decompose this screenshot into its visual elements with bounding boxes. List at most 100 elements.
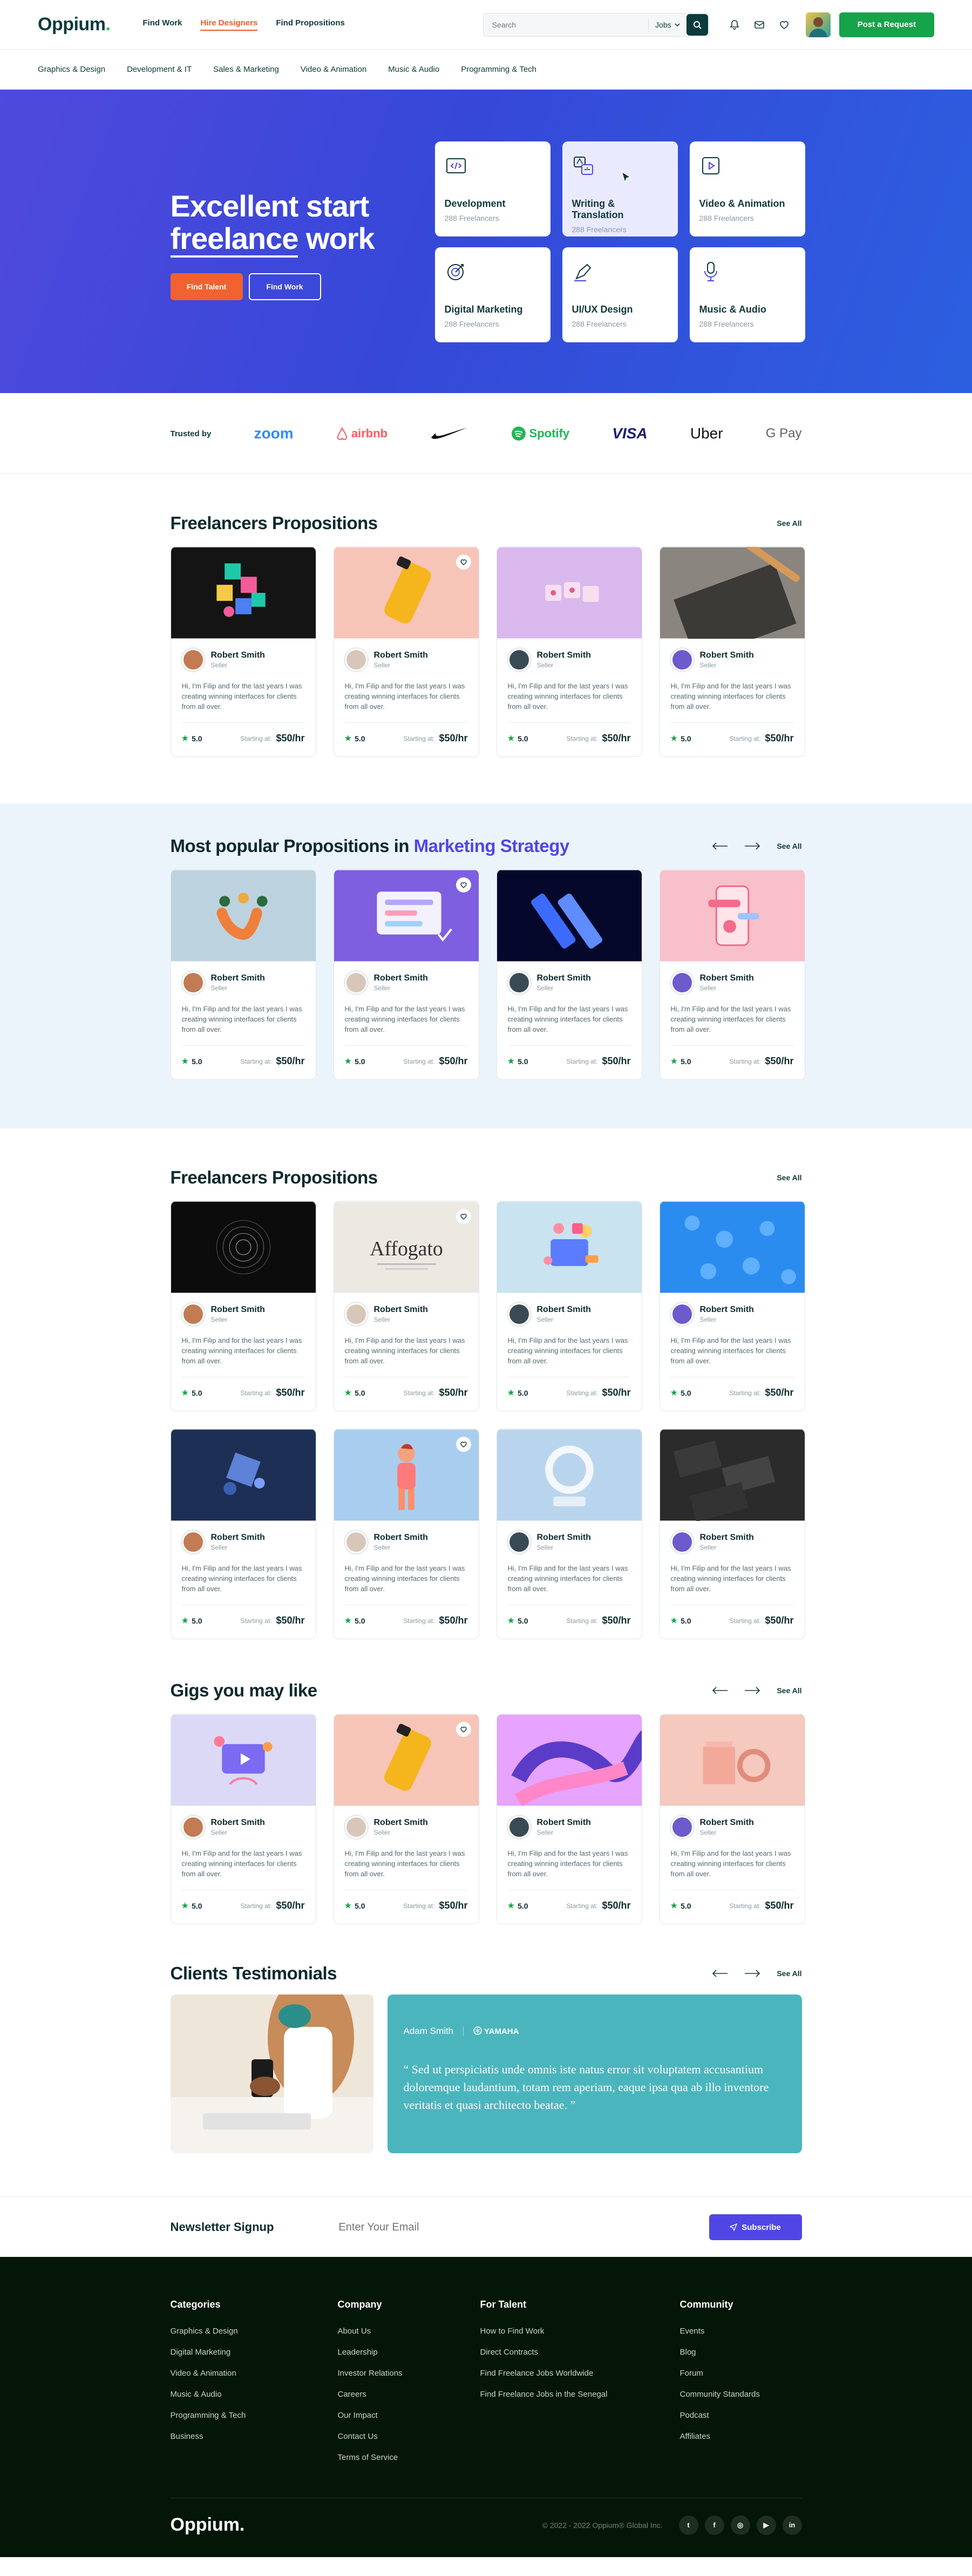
card-thumbnail[interactable]: Affogato (334, 1201, 479, 1293)
card-thumbnail[interactable] (660, 1429, 805, 1521)
proposition-card[interactable]: Robert Smith Seller Hi, I'm Filip and for … (170, 1714, 316, 1924)
proposition-card[interactable]: Robert Smith Seller Hi, I'm Filip and for … (496, 1714, 642, 1924)
proposition-card[interactable]: Robert Smith Seller Hi, I'm Filip and for … (496, 869, 642, 1080)
seller-name[interactable]: Robert Smith (374, 1818, 428, 1828)
twitter-icon[interactable]: t (678, 2515, 698, 2535)
favorite-button[interactable] (456, 1437, 471, 1452)
card-thumbnail[interactable] (497, 1714, 642, 1806)
footer-link[interactable]: Graphics & Design (171, 2327, 338, 2336)
proposition-card[interactable]: Robert Smith Seller Hi, I'm Filip and for … (170, 1429, 316, 1639)
seller-name[interactable]: Robert Smith (374, 1305, 428, 1315)
newsletter-email-input[interactable] (338, 2221, 709, 2234)
footer-link[interactable]: Podcast (680, 2411, 799, 2420)
footer-link[interactable]: Contact Us (338, 2432, 480, 2441)
footer-link[interactable]: Direct Contracts (480, 2348, 680, 2357)
proposition-card[interactable]: Robert Smith Seller Hi, I'm Filip and for … (170, 546, 316, 757)
footer-link[interactable]: Blog (680, 2348, 799, 2357)
user-avatar[interactable] (805, 12, 831, 37)
footer-link[interactable]: Careers (338, 2390, 480, 2399)
footer-link[interactable]: Business (171, 2432, 338, 2441)
see-all-link[interactable]: See All (777, 519, 801, 528)
card-thumbnail[interactable] (497, 547, 642, 639)
proposition-card[interactable]: Robert Smith Seller Hi, I'm Filip and for … (333, 546, 479, 757)
seller-name[interactable]: Robert Smith (211, 1305, 265, 1315)
seller-name[interactable]: Robert Smith (374, 651, 428, 660)
find-talent-button[interactable]: Find Talent (170, 273, 243, 300)
see-all-link[interactable]: See All (777, 1686, 801, 1695)
seller-name[interactable]: Robert Smith (537, 973, 591, 983)
logo[interactable]: Oppium. (38, 14, 111, 35)
category-card-writing[interactable]: Writing & Translation 288 Freelancers (562, 141, 678, 236)
card-thumbnail[interactable] (171, 1201, 316, 1293)
card-thumbnail[interactable] (660, 870, 805, 962)
nav-find-work[interactable]: Find Work (142, 18, 182, 31)
bell-icon[interactable] (729, 19, 740, 30)
card-thumbnail[interactable] (497, 1429, 642, 1521)
post-request-button[interactable]: Post a Request (839, 12, 934, 37)
card-thumbnail[interactable] (497, 1201, 642, 1293)
seller-name[interactable]: Robert Smith (700, 651, 754, 660)
subscribe-button[interactable]: Subscribe (709, 2214, 802, 2240)
footer-link[interactable]: Digital Marketing (171, 2348, 338, 2357)
card-thumbnail[interactable] (171, 870, 316, 962)
footer-link[interactable]: Affiliates (680, 2432, 799, 2441)
facebook-icon[interactable]: f (704, 2515, 724, 2535)
footer-link[interactable]: Terms of Service (338, 2453, 480, 2462)
footer-link[interactable]: Video & Animation (171, 2369, 338, 2378)
instagram-icon[interactable]: ◎ (730, 2515, 750, 2535)
seller-name[interactable]: Robert Smith (700, 1533, 754, 1543)
footer-link[interactable]: Find Freelance Jobs in the Senegal (480, 2390, 680, 2399)
proposition-card[interactable]: Robert Smith Seller Hi, I'm Filip and for … (659, 546, 805, 757)
card-thumbnail[interactable] (660, 547, 805, 639)
see-all-link[interactable]: See All (777, 1173, 801, 1182)
category-card-music[interactable]: Music & Audio 288 Freelancers (689, 247, 805, 342)
card-thumbnail[interactable] (334, 1429, 479, 1521)
category-card-video[interactable]: Video & Animation 288 Freelancers (689, 141, 805, 236)
seller-name[interactable]: Robert Smith (700, 973, 754, 983)
footer-link[interactable]: Leadership (338, 2348, 480, 2357)
arrow-right-icon[interactable] (744, 1970, 760, 1977)
search-input[interactable] (483, 20, 649, 29)
search-button[interactable] (686, 13, 708, 36)
arrow-right-icon[interactable] (744, 842, 760, 850)
seller-name[interactable]: Robert Smith (700, 1818, 754, 1828)
proposition-card[interactable]: Robert Smith Seller Hi, I'm Filip and for … (659, 869, 805, 1080)
category-card-uiux[interactable]: UI/UX Design 288 Freelancers (562, 247, 678, 342)
proposition-card[interactable]: Robert Smith Seller Hi, I'm Filip and for … (496, 546, 642, 757)
arrow-left-icon[interactable] (712, 1687, 728, 1694)
seller-name[interactable]: Robert Smith (374, 973, 428, 983)
arrow-left-icon[interactable] (712, 842, 728, 850)
seller-name[interactable]: Robert Smith (374, 1533, 428, 1543)
proposition-card[interactable]: Robert Smith Seller Hi, I'm Filip and for … (333, 1429, 479, 1639)
arrow-left-icon[interactable] (712, 1970, 728, 1977)
footer-link[interactable]: Community Standards (680, 2390, 799, 2399)
seller-name[interactable]: Robert Smith (211, 1818, 265, 1828)
favorite-button[interactable] (456, 1209, 471, 1224)
category-link[interactable]: Programming & Tech (461, 65, 536, 74)
seller-name[interactable]: Robert Smith (211, 973, 265, 983)
arrow-right-icon[interactable] (744, 1687, 760, 1694)
seller-name[interactable]: Robert Smith (211, 651, 265, 660)
category-link[interactable]: Graphics & Design (38, 65, 105, 74)
card-thumbnail[interactable] (334, 1714, 479, 1806)
proposition-card[interactable]: Robert Smith Seller Hi, I'm Filip and for … (659, 1201, 805, 1411)
favorite-button[interactable] (456, 1722, 471, 1737)
footer-link[interactable]: Find Freelance Jobs Worldwide (480, 2369, 680, 2378)
footer-link[interactable]: Events (680, 2327, 799, 2336)
favorite-button[interactable] (456, 877, 471, 893)
mail-icon[interactable] (754, 19, 765, 30)
seller-name[interactable]: Robert Smith (700, 1305, 754, 1315)
proposition-card[interactable]: Robert Smith Seller Hi, I'm Filip and for … (333, 1714, 479, 1924)
proposition-card[interactable]: Robert Smith Seller Hi, I'm Filip and for … (659, 1714, 805, 1924)
linkedin-icon[interactable]: in (782, 2515, 802, 2535)
seller-name[interactable]: Robert Smith (211, 1533, 265, 1543)
card-thumbnail[interactable] (171, 1429, 316, 1521)
proposition-card[interactable]: Robert Smith Seller Hi, I'm Filip and for … (170, 1201, 316, 1411)
footer-link[interactable]: About Us (338, 2327, 480, 2336)
find-work-button[interactable]: Find Work (248, 273, 321, 300)
category-link[interactable]: Sales & Marketing (213, 65, 279, 74)
footer-logo[interactable]: Oppium. (171, 2514, 245, 2536)
category-card-development[interactable]: Development 288 Freelancers (434, 141, 550, 236)
proposition-card[interactable]: Robert Smith Seller Hi, I'm Filip and for … (659, 1429, 805, 1639)
favorite-button[interactable] (456, 555, 471, 570)
